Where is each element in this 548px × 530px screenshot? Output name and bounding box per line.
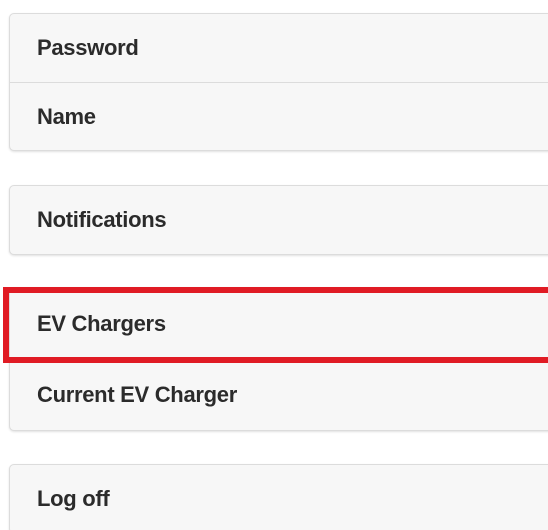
account-settings-group: Password Name: [9, 13, 548, 151]
log-off-menu-item[interactable]: Log off: [10, 465, 548, 530]
notifications-label: Notifications: [37, 207, 167, 232]
settings-menu: Password Name Notifications EV Chargers …: [0, 0, 548, 530]
name-menu-item[interactable]: Name: [10, 82, 548, 150]
password-label: Password: [37, 35, 139, 60]
password-menu-item[interactable]: Password: [10, 14, 548, 82]
current-ev-charger-menu-item[interactable]: Current EV Charger: [10, 359, 548, 430]
name-label: Name: [37, 103, 96, 129]
current-ev-charger-label: Current EV Charger: [37, 382, 237, 407]
notifications-menu-item[interactable]: Notifications: [10, 186, 548, 254]
session-group: Log off: [9, 464, 548, 530]
ev-chargers-menu-item[interactable]: EV Chargers: [10, 288, 548, 359]
ev-chargers-label: EV Chargers: [37, 310, 166, 336]
log-off-label: Log off: [37, 486, 110, 511]
ev-chargers-group: EV Chargers Current EV Charger: [9, 287, 548, 431]
notifications-group: Notifications: [9, 185, 548, 255]
